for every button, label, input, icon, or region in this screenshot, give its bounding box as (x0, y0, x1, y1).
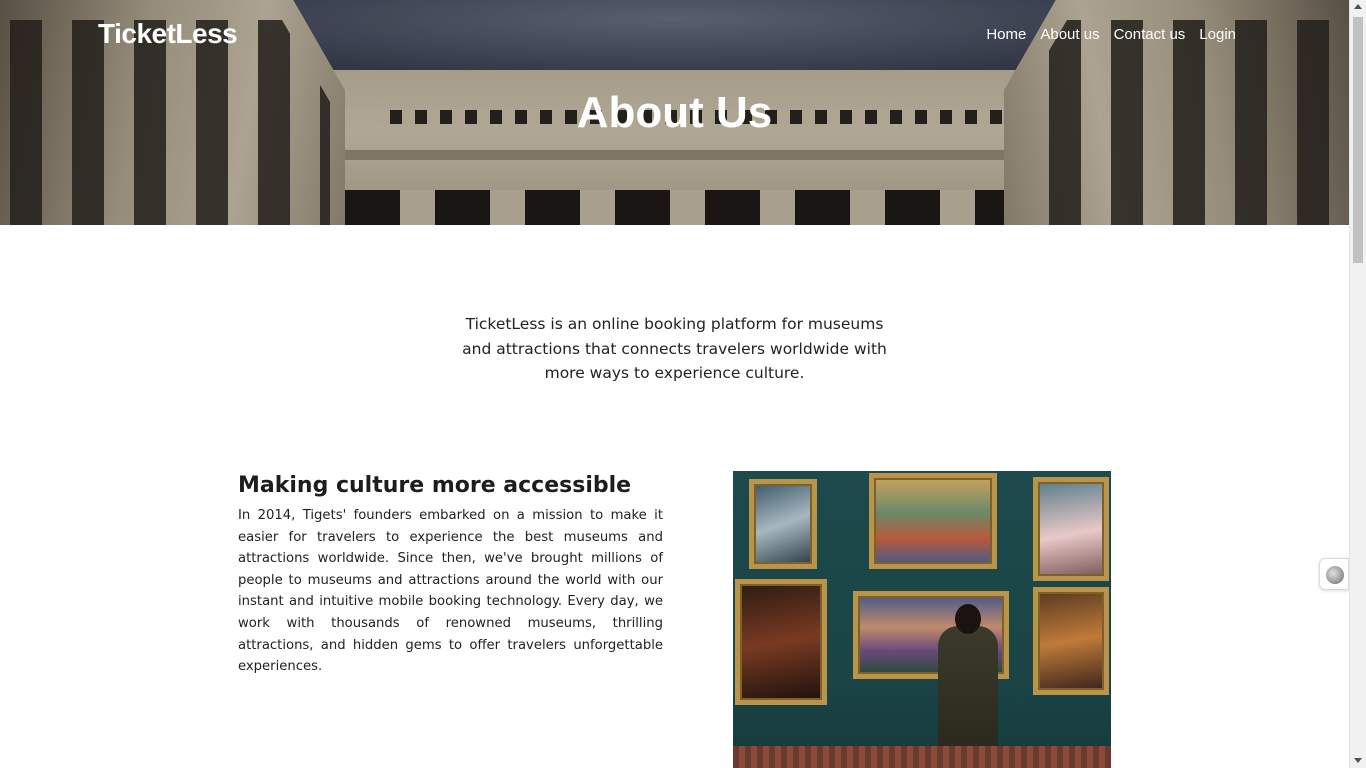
scroll-down-icon[interactable] (1354, 758, 1362, 763)
painting-frame (735, 579, 827, 705)
gallery-image (733, 471, 1111, 768)
painting-frame (1033, 477, 1109, 581)
visitor-head (955, 604, 981, 634)
nav-contact-us[interactable]: Contact us (1114, 26, 1186, 43)
page-title: About Us (576, 88, 773, 137)
intro-paragraph: TicketLess is an online booking platform… (462, 315, 887, 382)
widget-icon (1326, 566, 1344, 584)
feature-paragraph: In 2014, Tigets' founders embarked on a … (238, 508, 663, 675)
page-scrollbar[interactable] (1349, 0, 1366, 768)
visitor-figure (938, 626, 998, 756)
hero-banner: TicketLess Home About us Contact us Logi… (0, 0, 1349, 225)
nav-login[interactable]: Login (1199, 26, 1236, 43)
painting-frame (869, 473, 997, 569)
scrollbar-thumb[interactable] (1353, 17, 1363, 263)
side-widget-button[interactable] (1319, 558, 1349, 590)
gallery-floor (733, 746, 1111, 768)
nav-about-us[interactable]: About us (1040, 26, 1099, 43)
feature-heading: Making culture more accessible (238, 473, 632, 498)
brand-logo[interactable]: TicketLess (98, 18, 238, 50)
main-nav: Home About us Contact us Login (986, 26, 1236, 43)
scroll-up-icon[interactable] (1354, 4, 1362, 9)
nav-home[interactable]: Home (986, 26, 1026, 43)
painting-frame (1033, 587, 1109, 695)
painting-frame (749, 479, 817, 569)
